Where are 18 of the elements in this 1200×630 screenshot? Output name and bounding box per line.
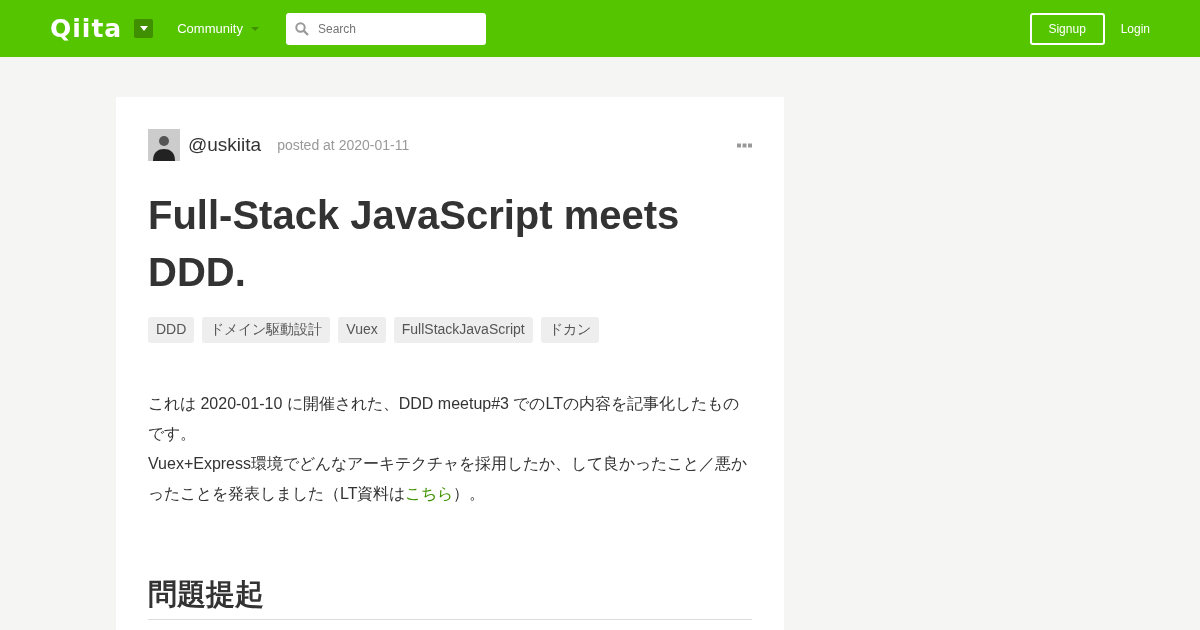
section-heading: 問題提起 [148,575,752,620]
slides-link[interactable]: こちら [405,485,454,502]
search-field[interactable]: Search [285,12,486,45]
search-icon [294,21,309,36]
posted-date: posted at 2020-01-11 [277,137,410,153]
avatar-icon[interactable] [148,129,180,161]
tag[interactable]: FullStackJavaScript [393,317,533,343]
caret-icon [250,26,259,31]
caret-icon [139,26,148,31]
tag[interactable]: ドカン [540,317,599,343]
article-title: Full-Stack JavaScript meets DDD. [148,192,681,296]
tag[interactable]: Vuex [338,317,386,343]
article-paragraph: これは 2020-01-10 に開催された、DDD meetup#3 でのLTの内容を記事化したものです。 Vuex+Express環境でどんなアーキテクチャを採用したか、して良かったこと／悪かったことを発表しました（LT資料はこちら）。 [148,394,748,504]
author-name[interactable]: @uskiita [188,134,262,156]
tag[interactable]: DDD [148,317,195,343]
tag[interactable]: ドメイン駆動設計 [202,317,331,343]
more-icon[interactable] [737,142,752,148]
dropdown-button[interactable] [134,19,154,38]
